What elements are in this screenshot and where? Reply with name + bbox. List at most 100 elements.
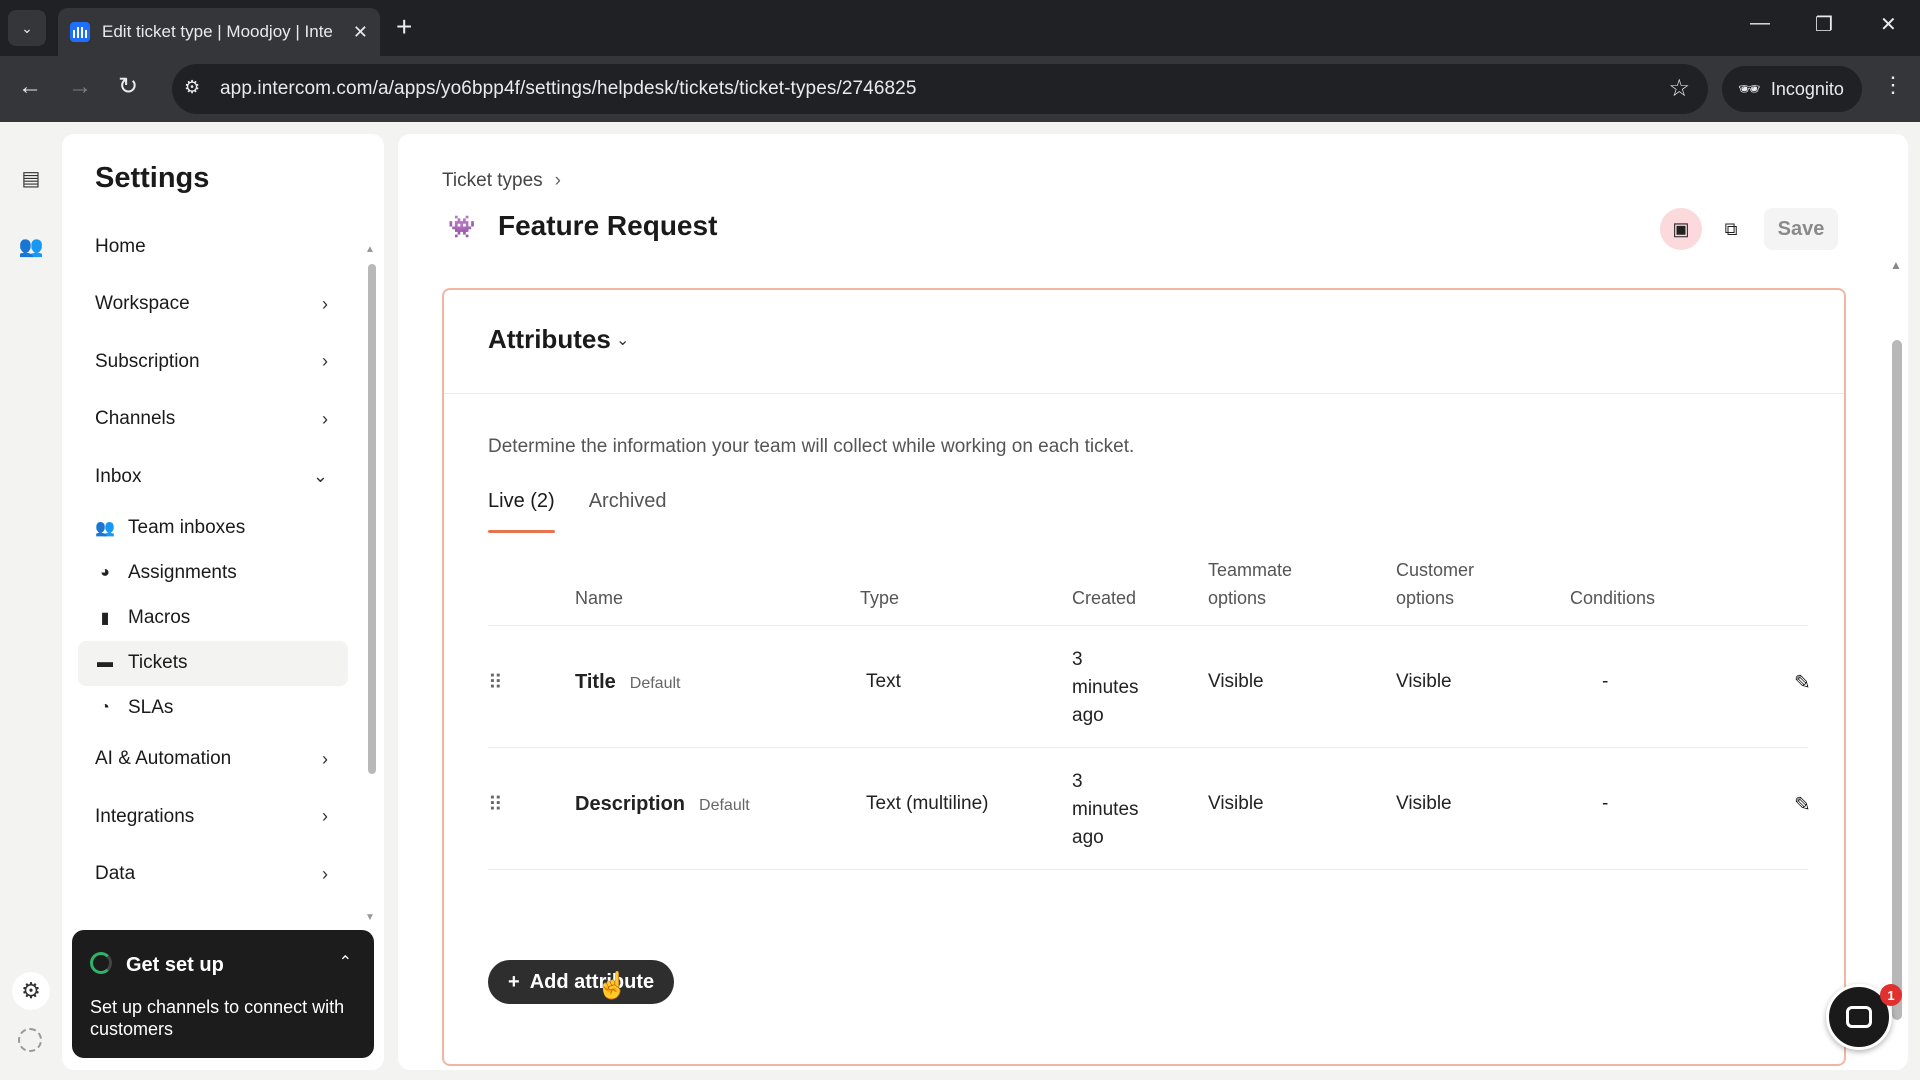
col-customer-line2: options [1396, 588, 1455, 608]
row-teammate-options: Visible [1208, 793, 1264, 814]
breadcrumb-ticket-types[interactable]: Ticket types [442, 170, 543, 191]
tab-live[interactable]: Live (2) [488, 490, 555, 533]
col-customer-line1: Customer [1396, 560, 1475, 580]
incognito-label: Incognito [1770, 78, 1844, 99]
save-button[interactable]: Save [1764, 208, 1838, 250]
get-set-up-title: Get set up [126, 954, 224, 976]
restore-icon[interactable]: ❐ [1815, 12, 1833, 37]
nav-item-inbox[interactable]: Inbox ⌄ [78, 448, 348, 506]
address-bar[interactable]: ⚙ app.intercom.com/a/apps/yo6bpp4f/setti… [172, 64, 1708, 114]
settings-title: Settings [95, 162, 210, 194]
reload-icon[interactable]: ↻ [118, 72, 138, 102]
sub-item-slas[interactable]: ◔ SLAs [78, 686, 348, 731]
row-type: Text [866, 671, 901, 692]
row-created-line1: 3 [1072, 649, 1083, 670]
browser-menu-icon[interactable]: ⋮ [1882, 72, 1904, 98]
sub-item-tickets[interactable]: ▬ Tickets [78, 640, 348, 686]
nav-label: Integrations [95, 805, 195, 827]
contacts-rail-icon[interactable]: 👥 [18, 234, 44, 260]
row-created-line2: minutes [1072, 677, 1139, 698]
table-row[interactable]: ⠿ Title Default Text 3 minutes ago Visible … [488, 626, 1811, 748]
browser-tab-active[interactable]: Edit ticket type | Moodjoy | Inte ✕ [58, 8, 380, 56]
col-type: Type [860, 588, 900, 608]
chevron-right-icon: › [322, 863, 328, 884]
page-title[interactable]: Feature Request [498, 210, 717, 242]
nav-item-subscription[interactable]: Subscription › [78, 333, 348, 391]
col-created: Created [1072, 588, 1137, 608]
row-created-line1: 3 [1072, 771, 1083, 792]
sub-item-label: Assignments [128, 562, 237, 583]
new-tab-icon[interactable]: + [396, 12, 412, 42]
chat-icon [1846, 1006, 1872, 1028]
edit-pencil-icon[interactable]: ✎ [1794, 792, 1811, 817]
attributes-description: Determine the information your team will… [488, 436, 1135, 457]
nav-item-ai-automation[interactable]: AI & Automation › [78, 731, 348, 789]
tab-close-icon[interactable]: ✕ [353, 22, 368, 43]
forward-icon[interactable]: → [68, 72, 92, 102]
settings-gear-icon[interactable]: ⚙ [12, 972, 50, 1010]
breadcrumb[interactable]: Ticket types › [442, 170, 561, 192]
nav-label: Workspace [95, 293, 190, 315]
ticket-type-icon: 👾 [448, 214, 476, 239]
table-row[interactable]: ⠿ Description Default Text (multiline) 3 m… [488, 748, 1811, 870]
tab-search-button[interactable]: ⌄ [8, 10, 46, 46]
col-teammate-line2: options [1208, 588, 1267, 608]
main-panel: Ticket types › 👾 Feature Request ▣ ⧉ Save… [398, 134, 1908, 1070]
row-type: Text (multiline) [866, 793, 989, 814]
inbox-rail-icon[interactable]: ▤ [18, 166, 44, 192]
default-badge: Default [629, 675, 681, 692]
sub-item-assignments[interactable]: ◕ Assignments [78, 551, 348, 596]
team-icon: 👥 [95, 520, 115, 537]
add-attribute-button[interactable]: + Add attribute [488, 960, 675, 1004]
get-set-up-card[interactable]: Get set up ⌃ Set up channels to connect … [72, 930, 374, 1058]
col-name: Name [575, 588, 624, 608]
attributes-header[interactable]: Attributes ⌄ [444, 290, 1844, 394]
row-created-line2: minutes [1072, 799, 1139, 820]
sub-item-team-inboxes[interactable]: 👥 Team inboxes [78, 506, 348, 551]
row-customer-options: Visible [1396, 671, 1452, 692]
page-scroll-up-icon[interactable]: ▲ [1890, 258, 1902, 272]
close-window-icon[interactable]: ✕ [1880, 12, 1897, 37]
chevron-down-icon[interactable]: ⌄ [616, 330, 629, 350]
bookmark-star-icon[interactable]: ☆ [1668, 74, 1690, 103]
scroll-up-arrow-icon[interactable]: ▲ [365, 244, 375, 255]
user-avatar[interactable] [18, 1028, 42, 1052]
url-text[interactable]: app.intercom.com/a/apps/yo6bpp4f/setting… [220, 78, 917, 100]
settings-nav: Home Workspace › Subscription › Channels › … [78, 218, 348, 903]
plus-icon: + [508, 970, 520, 993]
minimize-icon[interactable]: — [1750, 12, 1770, 35]
chevron-down-icon: ⌄ [312, 466, 328, 486]
row-teammate-options: Visible [1208, 671, 1264, 692]
browser-tabstrip: ⌄ Edit ticket type | Moodjoy | Inte ✕ + … [0, 0, 1920, 56]
chevron-right-icon: › [322, 748, 328, 769]
default-badge: Default [699, 797, 750, 814]
chevron-right-icon: › [322, 293, 328, 314]
scroll-down-arrow-icon[interactable]: ▼ [365, 912, 375, 923]
row-name: Description Default [575, 793, 750, 816]
nav-item-channels[interactable]: Channels › [78, 391, 348, 449]
sub-item-macros[interactable]: ▮ Macros [78, 596, 348, 641]
bookmark-icon: ▮ [100, 610, 110, 627]
drag-handle-icon[interactable]: ⠿ [488, 670, 503, 695]
sidebar-scrollbar[interactable] [368, 264, 376, 774]
drag-handle-icon[interactable]: ⠿ [488, 792, 503, 817]
incognito-icon: 🕶 [1738, 78, 1761, 99]
col-conditions: Conditions [1570, 588, 1656, 608]
edit-pencil-icon[interactable]: ✎ [1794, 670, 1811, 695]
nav-label: Channels [95, 408, 176, 430]
clock-icon: ◔ [100, 699, 110, 716]
duplicate-button[interactable]: ⧉ [1710, 208, 1752, 250]
page-scrollbar[interactable] [1892, 340, 1902, 1020]
tab-archived[interactable]: Archived [589, 490, 667, 530]
chevron-right-icon: › [322, 351, 328, 371]
incognito-indicator[interactable]: 🕶 Incognito [1722, 66, 1862, 112]
row-name-text: Description [575, 793, 686, 815]
nav-item-integrations[interactable]: Integrations › [78, 788, 348, 846]
nav-item-data[interactable]: Data › [78, 846, 348, 904]
back-icon[interactable]: ← [18, 72, 42, 102]
site-info-icon[interactable]: ⚙ [184, 77, 210, 101]
archive-button[interactable]: ▣ [1660, 208, 1702, 250]
nav-item-home[interactable]: Home [78, 218, 348, 276]
nav-item-workspace[interactable]: Workspace › [78, 276, 348, 334]
chevron-up-icon[interactable]: ⌃ [339, 952, 352, 972]
